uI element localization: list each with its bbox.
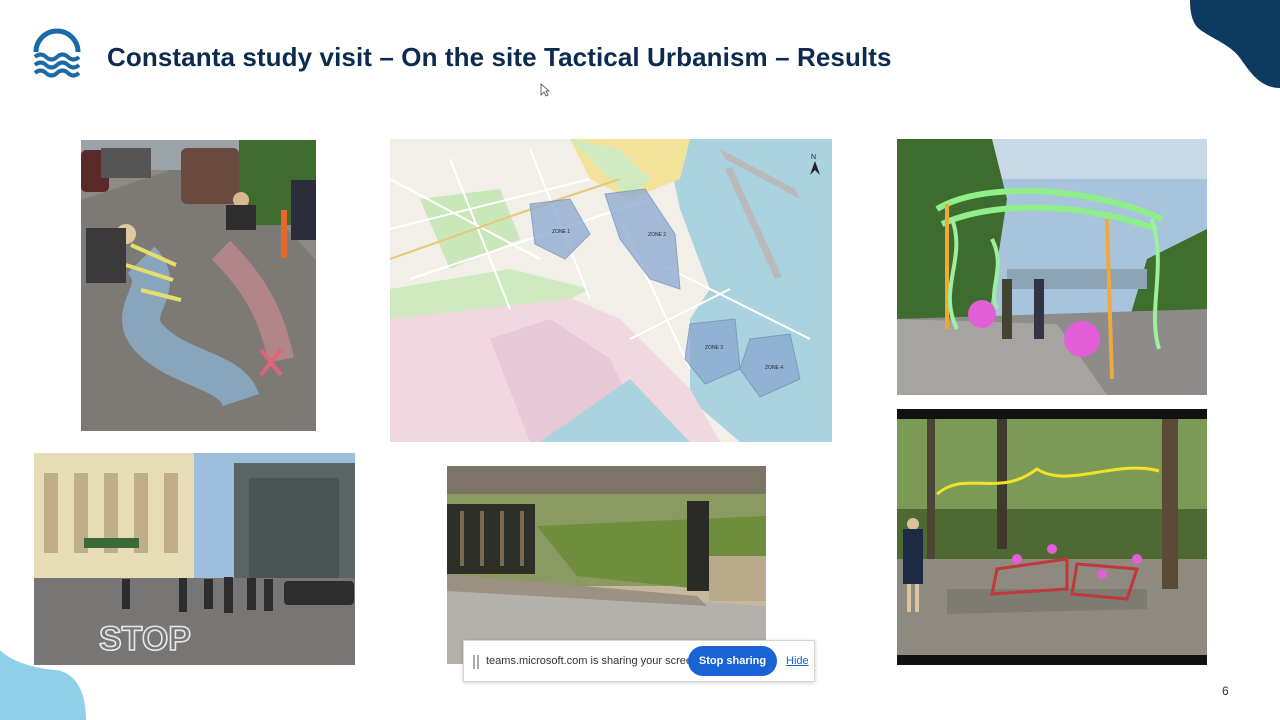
photo-drawn-gateway (897, 139, 1207, 395)
map-image: ZONE 1 ZONE 2 ZONE 3 ZONE 4 N (390, 139, 832, 442)
photo-garden-drawings (897, 409, 1207, 665)
photo-garden-gate (447, 466, 766, 664)
hide-link[interactable]: Hide (786, 655, 809, 667)
mouse-cursor-icon (540, 83, 550, 97)
map-zone-label: ZONE 1 (552, 229, 570, 235)
map-zone-label: ZONE 3 (705, 345, 723, 351)
photo-stop-square: STOP (34, 453, 355, 665)
drag-handle-icon[interactable] (473, 655, 479, 669)
stop-sharing-button[interactable]: Stop sharing (688, 646, 777, 676)
chalk-drawing: STOP (99, 620, 191, 658)
slide-title: Constanta study visit – On the site Tact… (107, 42, 892, 72)
screen-sharing-bar: teams.microsoft.com is sharing your scre… (463, 640, 815, 682)
sharing-message: teams.microsoft.com is sharing your scre… (486, 655, 702, 667)
map-zone-label: ZONE 2 (648, 232, 666, 238)
page-number: 6 (1222, 684, 1229, 698)
corner-decoration (1190, 0, 1280, 88)
svg-text:N: N (811, 154, 816, 161)
map-zone-label: ZONE 4 (765, 365, 783, 371)
photo-chalk-sidewalk (81, 140, 316, 431)
waves-logo-icon (33, 28, 81, 78)
